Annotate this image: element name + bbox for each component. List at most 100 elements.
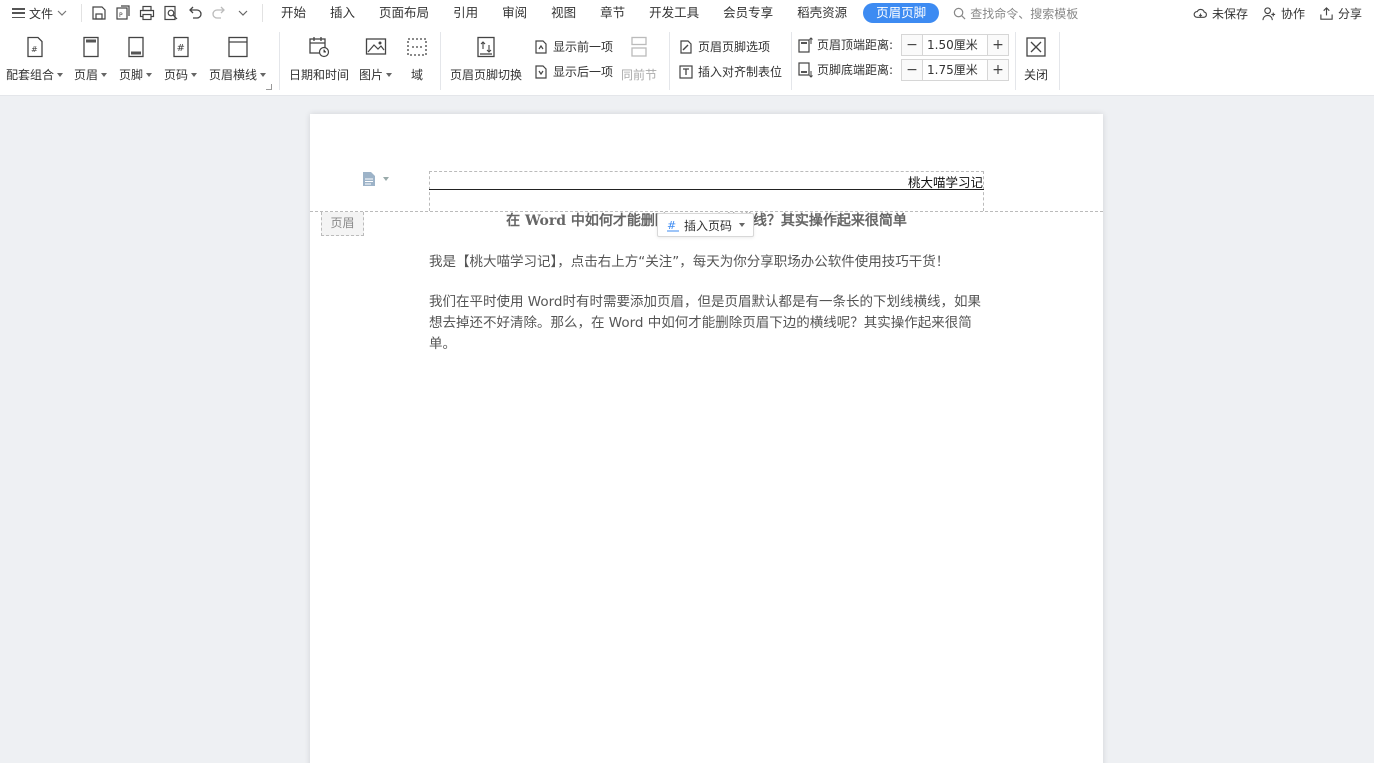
paragraph: 我是【桃大喵学习记】，点击右上方“关注”，每天为你分享职场办公软件使用技巧干货！ bbox=[429, 254, 950, 270]
tab-developer[interactable]: 开发工具 bbox=[637, 3, 711, 23]
header-top-distance: 页眉顶端距离: bbox=[797, 36, 893, 53]
field-button[interactable]: 域 bbox=[405, 34, 429, 83]
switch-header-footer-button[interactable]: 页眉页脚切换 bbox=[450, 34, 522, 83]
menu-right: 未保存 协作 分享 bbox=[1193, 0, 1362, 26]
document-icon bbox=[363, 172, 375, 186]
quick-access-toolbar: P bbox=[81, 4, 252, 22]
tab-section[interactable]: 章节 bbox=[588, 3, 637, 23]
tab-header-footer[interactable]: 页眉页脚 bbox=[863, 3, 940, 23]
tab-home[interactable]: 开始 bbox=[269, 3, 318, 23]
command-search[interactable]: 查找命令、搜索模板 bbox=[953, 5, 1078, 22]
tab-docer[interactable]: 稻壳资源 bbox=[785, 3, 859, 23]
print-icon[interactable] bbox=[138, 4, 156, 22]
tab-insert[interactable]: 插入 bbox=[318, 3, 367, 23]
hamburger-icon bbox=[12, 8, 25, 18]
search-icon bbox=[953, 7, 966, 19]
hf-options-label: 页眉页脚选项 bbox=[698, 40, 771, 54]
footer-bottom-increment-button[interactable]: + bbox=[987, 59, 1009, 81]
undo-icon[interactable] bbox=[186, 4, 204, 22]
redo-icon[interactable] bbox=[210, 4, 228, 22]
tab-references[interactable]: 引用 bbox=[441, 3, 490, 23]
same-as-prev-icon bbox=[631, 36, 647, 57]
group-expand-icon[interactable] bbox=[266, 84, 272, 90]
calendar-clock-icon bbox=[309, 37, 330, 58]
tab-member[interactable]: 会员专享 bbox=[711, 3, 785, 23]
collab-button[interactable]: 协作 bbox=[1262, 5, 1305, 22]
header-top-increment-button[interactable]: + bbox=[987, 34, 1009, 56]
svg-text:#: # bbox=[176, 43, 184, 54]
header-button[interactable]: 页眉 bbox=[74, 34, 108, 83]
hf-options-button[interactable]: 页眉页脚选项 bbox=[678, 38, 770, 55]
footer-bottom-stepper: − 1.75厘米 + bbox=[901, 59, 1009, 81]
insert-page-number-button[interactable]: # 插入页码 bbox=[657, 213, 755, 237]
footer-bottom-label: 页脚底端距离: bbox=[817, 63, 894, 77]
unsaved-label: 未保存 bbox=[1211, 6, 1248, 21]
header-top-stepper: − 1.50厘米 + bbox=[901, 34, 1009, 56]
ribbon-separator bbox=[791, 32, 792, 90]
header-options-dropdown[interactable] bbox=[362, 171, 389, 187]
tab-view[interactable]: 视图 bbox=[539, 3, 588, 23]
ribbon-separator bbox=[669, 32, 670, 90]
file-menu-label: 文件 bbox=[29, 6, 54, 21]
ribbon-separator bbox=[279, 32, 280, 90]
collab-label: 协作 bbox=[1280, 6, 1305, 21]
header-line-label: 页眉横线 bbox=[209, 68, 258, 82]
document-area: 桃大喵学习记 页眉 在 Word 中如何才能删除页眉下边的横线？其实操作起来很简… bbox=[0, 96, 1374, 763]
search-placeholder: 查找命令、搜索模板 bbox=[970, 6, 1079, 21]
switch-header-footer-label: 页眉页脚切换 bbox=[450, 68, 523, 82]
file-menu-button[interactable]: 文件 bbox=[8, 2, 71, 24]
tab-page-layout[interactable]: 页面布局 bbox=[367, 3, 441, 23]
save-icon[interactable] bbox=[90, 4, 108, 22]
header-top-label: 页眉顶端距离: bbox=[817, 38, 894, 52]
menu-bar: 文件 P 开始 插入 页面布局 引用 审阅 视图 章节 开发工具 会员专享 稻壳… bbox=[0, 0, 1374, 26]
header-top-input[interactable]: 1.50厘米 bbox=[923, 34, 987, 56]
header-top-decrement-button[interactable]: − bbox=[901, 34, 923, 56]
chevron-down-icon bbox=[739, 223, 746, 227]
print-preview-icon[interactable] bbox=[162, 4, 180, 22]
export-icon[interactable]: P bbox=[114, 4, 132, 22]
close-button[interactable]: 关闭 bbox=[1024, 34, 1048, 83]
picture-button[interactable]: 图片 bbox=[359, 34, 393, 83]
close-label: 关闭 bbox=[1024, 68, 1049, 82]
header-text[interactable]: 桃大喵学习记 bbox=[908, 172, 983, 191]
same-as-prev-button[interactable]: 同前节 bbox=[621, 34, 657, 83]
customize-toolbar-icon[interactable] bbox=[234, 4, 252, 22]
footer-bottom-input[interactable]: 1.75厘米 bbox=[923, 59, 987, 81]
header-icon bbox=[82, 36, 99, 58]
page-number-icon: # bbox=[172, 36, 189, 58]
show-prev-label: 显示前一项 bbox=[553, 40, 614, 54]
show-next-label: 显示后一项 bbox=[553, 65, 614, 79]
ribbon-separator bbox=[1059, 32, 1060, 90]
picture-label: 图片 bbox=[359, 68, 384, 82]
hf-options-icon bbox=[680, 39, 692, 54]
footer-distance-icon bbox=[798, 61, 813, 78]
switch-header-footer-icon bbox=[477, 36, 495, 58]
add-user-icon bbox=[1262, 6, 1276, 20]
svg-text:P: P bbox=[119, 12, 123, 19]
tab-review[interactable]: 审阅 bbox=[490, 3, 539, 23]
unsaved-button[interactable]: 未保存 bbox=[1193, 5, 1248, 22]
show-next-button[interactable]: 显示后一项 bbox=[533, 63, 613, 80]
document-page[interactable]: 桃大喵学习记 页眉 在 Word 中如何才能删除页眉下边的横线？其实操作起来很简… bbox=[310, 114, 1103, 763]
footer-button[interactable]: 页脚 bbox=[119, 34, 153, 83]
ribbon-toolbar: # 配套组合 页眉 页脚 # 页码 页眉横线 日期和时间 图片 域 页眉页脚切换… bbox=[0, 26, 1374, 96]
share-button[interactable]: 分享 bbox=[1319, 5, 1362, 22]
ribbon-tabs: 开始 插入 页面布局 引用 审阅 视图 章节 开发工具 会员专享 稻壳资源 页眉… bbox=[262, 3, 940, 23]
share-label: 分享 bbox=[1337, 6, 1362, 21]
set-combo-button[interactable]: # 配套组合 bbox=[6, 34, 64, 83]
header-line-button[interactable]: 页眉横线 bbox=[209, 34, 267, 83]
footer-bottom-decrement-button[interactable]: − bbox=[901, 59, 923, 81]
footer-bottom-distance: 页脚底端距离: bbox=[797, 61, 893, 78]
header-region[interactable] bbox=[429, 171, 984, 211]
show-prev-icon bbox=[535, 39, 547, 54]
ribbon-separator bbox=[440, 32, 441, 90]
show-prev-button[interactable]: 显示前一项 bbox=[533, 38, 613, 55]
svg-text:#: # bbox=[667, 219, 676, 232]
page-number-button[interactable]: # 页码 bbox=[164, 34, 198, 83]
header-underline bbox=[429, 189, 984, 190]
chevron-down-icon bbox=[57, 10, 67, 16]
share-icon bbox=[1320, 6, 1333, 20]
date-time-button[interactable]: 日期和时间 bbox=[289, 34, 349, 83]
insert-align-tab-label: 插入对齐制表位 bbox=[698, 65, 783, 79]
insert-align-tab-button[interactable]: 插入对齐制表位 bbox=[678, 63, 782, 80]
